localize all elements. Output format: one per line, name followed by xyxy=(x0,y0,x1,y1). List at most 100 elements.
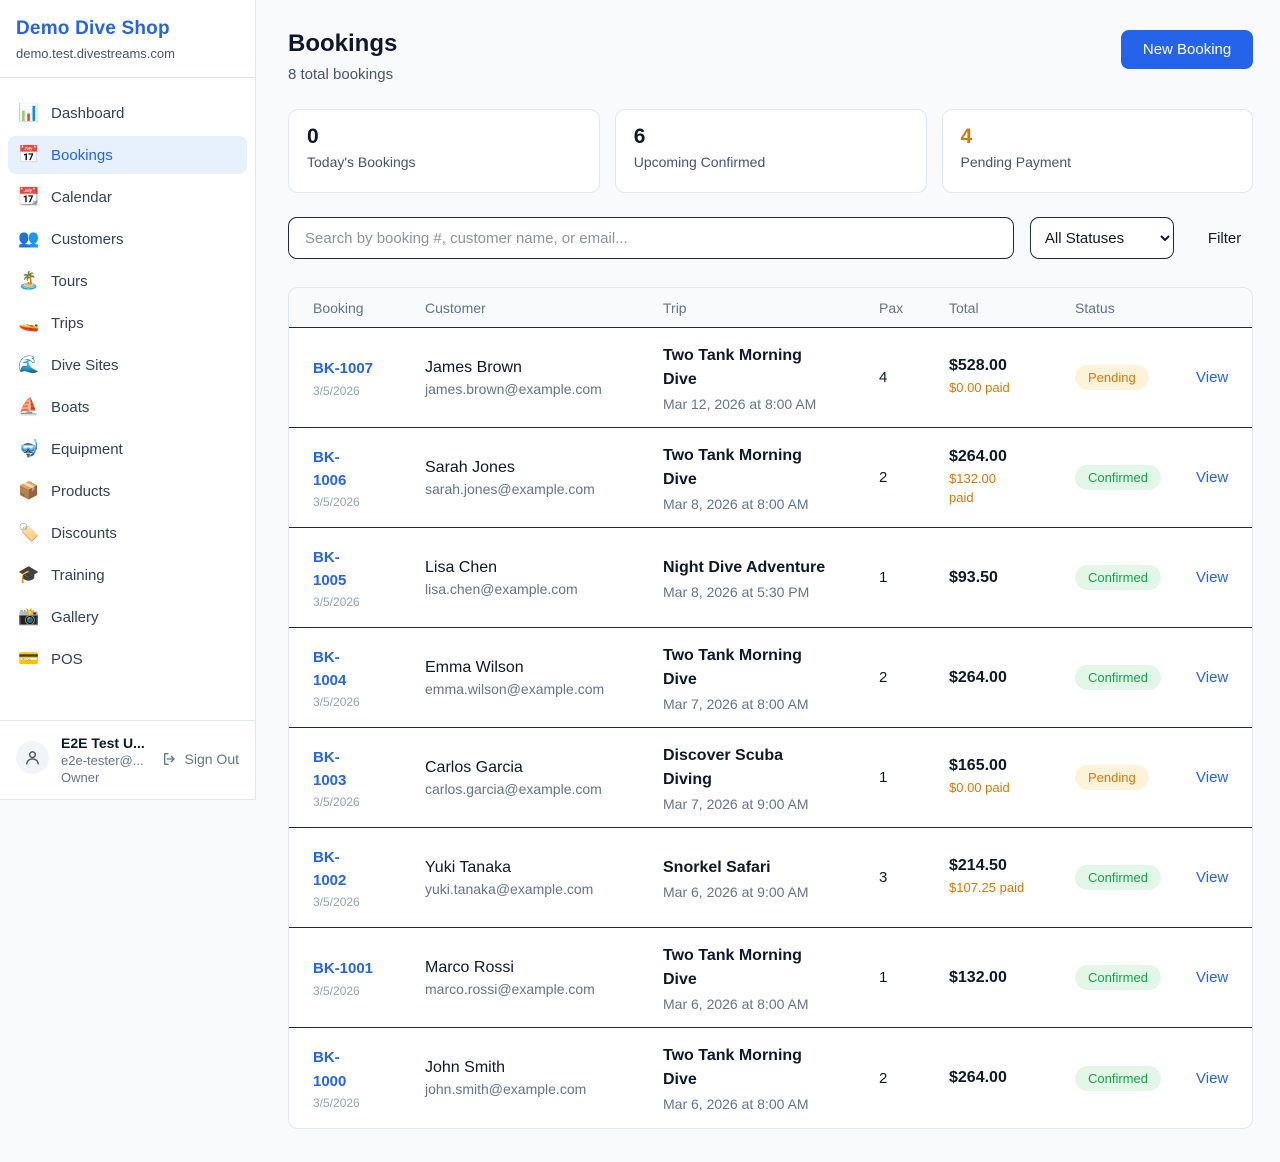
sidebar-item-trips[interactable]: 🚤Trips xyxy=(8,304,247,342)
total-cell: $165.00$0.00 paid xyxy=(949,757,1075,798)
pax-count: 1 xyxy=(879,969,949,986)
sidebar-item-calendar[interactable]: 📆Calendar xyxy=(8,178,247,216)
booking-cell: BK-1001 3/5/2026 xyxy=(313,957,425,997)
status-filter-select[interactable]: All Statuses xyxy=(1030,217,1174,259)
package-icon: 📦 xyxy=(18,481,38,501)
booking-cell: BK- 1003 3/5/2026 xyxy=(313,746,425,810)
trip-name: Two Tank Morning Dive xyxy=(663,644,879,692)
table-row: BK- 10063/5/2026Sarah Jonessarah.jones@e… xyxy=(289,428,1252,528)
sign-out-button[interactable]: Sign Out xyxy=(162,751,239,767)
pax-count: 1 xyxy=(879,569,949,586)
pax-count: 2 xyxy=(879,469,949,486)
trip-datetime: Mar 6, 2026 at 8:00 AM xyxy=(663,996,879,1012)
sidebar-item-equipment[interactable]: 🤿 Equipment xyxy=(8,430,247,468)
stat-value: 4 xyxy=(961,125,1235,149)
booking-id-link[interactable]: BK- 1005 xyxy=(313,546,425,593)
view-link[interactable]: View xyxy=(1196,469,1228,486)
view-link[interactable]: View xyxy=(1196,369,1228,386)
status-badge: Confirmed xyxy=(1075,465,1161,490)
action-cell: View xyxy=(1196,469,1228,486)
booking-id-link[interactable]: BK- 1003 xyxy=(313,746,425,793)
customer-name: Emma Wilson xyxy=(425,659,663,677)
trip-name: Two Tank Morning Dive xyxy=(663,444,879,492)
filter-button[interactable]: Filter xyxy=(1208,230,1241,247)
search-input[interactable] xyxy=(288,217,1014,259)
people-icon: 👥 xyxy=(18,229,38,249)
sidebar-item-discounts[interactable]: 🏷️Discounts xyxy=(8,514,247,552)
customer-name: John Smith xyxy=(425,1059,663,1077)
status-cell: Confirmed xyxy=(1075,1066,1196,1091)
booking-id-link[interactable]: BK- 1002 xyxy=(313,846,425,893)
booking-date: 3/5/2026 xyxy=(313,984,425,998)
total-amount: $93.50 xyxy=(949,569,1075,587)
new-booking-button[interactable]: New Booking xyxy=(1121,30,1253,69)
booking-cell: BK- 1005 3/5/2026 xyxy=(313,546,425,610)
sidebar-item-customers[interactable]: 👥 Customers xyxy=(8,220,247,258)
sign-out-label: Sign Out xyxy=(185,751,239,767)
customer-email: sarah.jones@example.com xyxy=(425,481,663,497)
view-link[interactable]: View xyxy=(1196,869,1228,886)
booking-date: 3/5/2026 xyxy=(313,384,425,398)
customer-cell: John Smithjohn.smith@example.com xyxy=(425,1059,663,1097)
trip-cell: Snorkel SafariMar 6, 2026 at 9:00 AM xyxy=(663,856,879,900)
table-row: BK-1001 3/5/2026Marco Rossimarco.rossi@ex… xyxy=(289,928,1252,1028)
booking-id-link[interactable]: BK- 1004 xyxy=(313,646,425,693)
status-badge: Confirmed xyxy=(1075,565,1161,590)
sidebar-item-boats[interactable]: ⛵Boats xyxy=(8,388,247,426)
sidebar-item-tours[interactable]: 🏝️Tours xyxy=(8,262,247,300)
sidebar-item-products[interactable]: 📦Products xyxy=(8,472,247,510)
sidebar-item-gallery[interactable]: 📸Gallery xyxy=(8,598,247,636)
booking-date: 3/5/2026 xyxy=(313,595,425,609)
view-link[interactable]: View xyxy=(1196,669,1228,686)
trip-name: Two Tank Morning Dive xyxy=(663,1044,879,1092)
trip-name: Snorkel Safari xyxy=(663,856,879,880)
diving-mask-icon: 🤿 xyxy=(18,439,38,459)
sidebar-item-label: Dashboard xyxy=(51,105,124,122)
column-header-total: Total xyxy=(949,300,1075,316)
table-row: BK-10073/5/2026James Brownjames.brown@ex… xyxy=(289,328,1252,428)
sidebar-item-dashboard[interactable]: 📊Dashboard xyxy=(8,94,247,132)
view-link[interactable]: View xyxy=(1196,1070,1228,1087)
page-header-text: Bookings 8 total bookings xyxy=(288,30,397,83)
customer-email: marco.rossi@example.com xyxy=(425,981,663,997)
view-link[interactable]: View xyxy=(1196,969,1228,986)
sidebar-item-label: Calendar xyxy=(51,189,112,206)
paid-amount: $0.00 paid xyxy=(949,379,1075,398)
action-cell: View xyxy=(1196,569,1228,586)
customer-name: Carlos Garcia xyxy=(425,759,663,777)
table-row: BK- 10053/5/2026Lisa Chenlisa.chen@examp… xyxy=(289,528,1252,628)
island-icon: 🏝️ xyxy=(18,271,38,291)
sidebar-item-dive-sites[interactable]: 🌊Dive Sites xyxy=(8,346,247,384)
trip-datetime: Mar 6, 2026 at 8:00 AM xyxy=(663,1096,879,1112)
customer-name: James Brown xyxy=(425,359,663,377)
sidebar-item-label: Equipment xyxy=(51,441,123,458)
booking-id-link[interactable]: BK- 1000 xyxy=(313,1046,425,1093)
customer-cell: Emma Wilsonemma.wilson@example.com xyxy=(425,659,663,697)
camera-icon: 📸 xyxy=(18,607,38,627)
stat-value: 6 xyxy=(634,125,908,149)
booking-id-link[interactable]: BK-1001 xyxy=(313,957,425,980)
customer-cell: Marco Rossimarco.rossi@example.com xyxy=(425,959,663,997)
booking-date: 3/5/2026 xyxy=(313,795,425,809)
sidebar-item-label: Customers xyxy=(51,231,124,248)
user-email: e2e-tester@... xyxy=(61,753,150,768)
sidebar-item-pos[interactable]: 💳POS xyxy=(8,640,247,678)
booking-id-link[interactable]: BK- 1006 xyxy=(313,446,425,493)
total-amount: $214.50 xyxy=(949,857,1075,875)
person-icon xyxy=(24,749,41,766)
total-cell: $93.50 xyxy=(949,569,1075,587)
view-link[interactable]: View xyxy=(1196,569,1228,586)
pax-count: 2 xyxy=(879,669,949,686)
view-link[interactable]: View xyxy=(1196,769,1228,786)
paid-amount: $0.00 paid xyxy=(949,779,1075,798)
booking-id-link[interactable]: BK-1007 xyxy=(313,357,425,380)
table-row: BK- 10023/5/2026Yuki Tanakayuki.tanaka@e… xyxy=(289,828,1252,928)
user-panel: E2E Test U... e2e-tester@... Owner Sign … xyxy=(0,720,255,799)
shop-header: Demo Dive Shop demo.test.divestreams.com xyxy=(0,0,255,78)
main-content: Bookings 8 total bookings New Booking 0T… xyxy=(256,0,1280,1159)
sidebar-item-bookings[interactable]: 📅Bookings xyxy=(8,136,247,174)
sidebar-item-training[interactable]: 🎓Training xyxy=(8,556,247,594)
sign-out-icon xyxy=(162,751,178,767)
status-cell: Confirmed xyxy=(1075,965,1196,990)
table-header-row: BookingCustomerTripPaxTotalStatus xyxy=(289,288,1252,328)
